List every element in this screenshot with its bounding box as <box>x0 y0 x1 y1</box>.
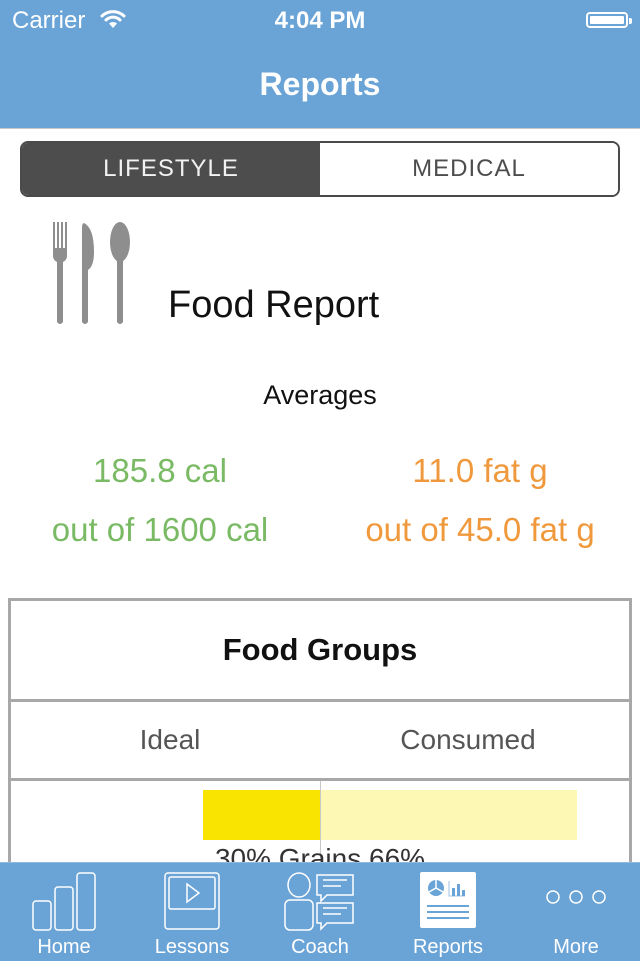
column-header-consumed: Consumed <box>400 724 536 755</box>
segment-medical[interactable]: MEDICAL <box>320 143 618 195</box>
fat-average: 11.0 fat g <box>412 452 548 489</box>
page-title: Reports <box>259 66 381 102</box>
tab-home-label: Home <box>37 936 91 958</box>
tab-reports-label: Reports <box>412 936 484 958</box>
tab-reports[interactable]: Reports <box>384 863 512 961</box>
status-bar: Carrier 4:04 PM <box>0 0 640 40</box>
cutlery-icon <box>50 220 134 328</box>
tab-bar: Home Lessons Coach Reports More <box>0 862 640 961</box>
home-bars-icon <box>29 871 99 938</box>
averages-label: Averages <box>263 380 377 410</box>
ideal-bar <box>203 790 320 840</box>
tab-more[interactable]: More <box>512 863 640 961</box>
tab-home[interactable]: Home <box>0 863 128 961</box>
more-dots-icon <box>545 887 607 912</box>
column-header-ideal: Ideal <box>139 724 201 755</box>
coach-chat-icon <box>283 871 357 938</box>
consumed-bar <box>320 790 578 840</box>
tab-lessons[interactable]: Lessons <box>128 863 256 961</box>
tab-coach-label: Coach <box>291 936 349 958</box>
reports-doc-icon <box>419 871 477 934</box>
header-divider <box>0 128 640 129</box>
segment-lifestyle[interactable]: LIFESTYLE <box>22 143 320 195</box>
tab-more-label: More <box>553 936 599 958</box>
table-header-row: Ideal Consumed <box>11 702 629 778</box>
calories-average: 185.8 cal <box>93 452 227 489</box>
lessons-play-icon <box>163 871 221 936</box>
tab-lessons-label: Lessons <box>154 936 230 958</box>
tab-coach[interactable]: Coach <box>256 863 384 961</box>
nav-header: Carrier 4:04 PM Reports <box>0 0 640 128</box>
food-groups-title: Food Groups <box>222 632 418 667</box>
fat-goal: out of 45.0 fat g <box>365 511 595 548</box>
calories-goal: out of 1600 cal <box>51 511 269 548</box>
report-title: Food Report <box>168 284 380 326</box>
food-groups-table: Food Groups Ideal Consumed 30% Grains 66… <box>8 598 632 898</box>
clock: 4:04 PM <box>274 7 366 34</box>
segmented-control: LIFESTYLE MEDICAL <box>20 141 620 197</box>
battery-icon <box>586 12 632 28</box>
